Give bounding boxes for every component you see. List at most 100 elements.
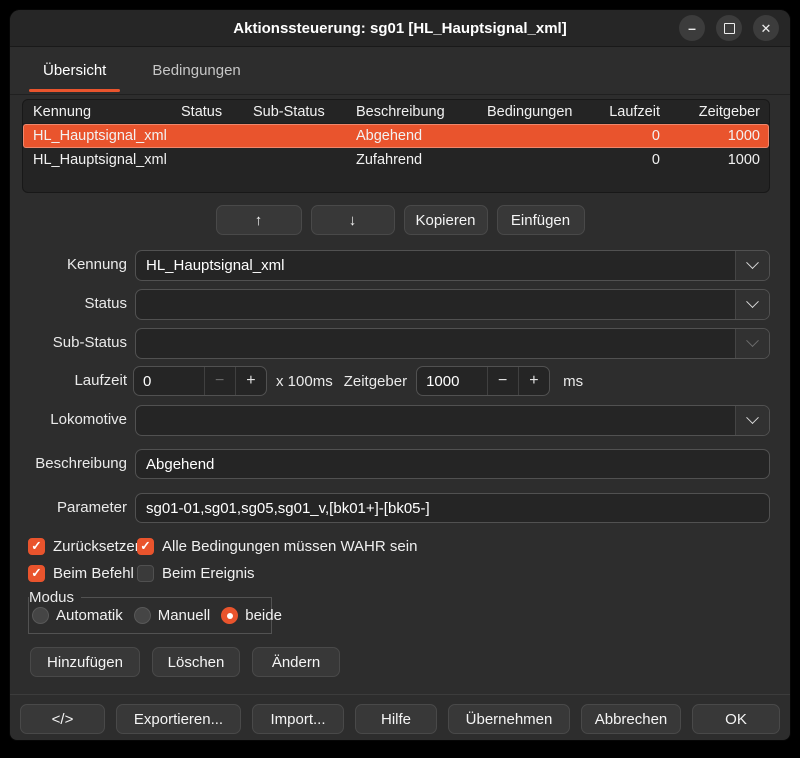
table-row[interactable]: HL_Hauptsignal_xml Abgehend 0 1000 bbox=[23, 124, 769, 148]
close-button[interactable]: ✕ bbox=[753, 15, 779, 41]
chevron-down-icon bbox=[746, 411, 759, 424]
radio-beide[interactable]: beide bbox=[221, 607, 282, 624]
code-button[interactable]: </> bbox=[20, 704, 105, 734]
minimize-icon: – bbox=[688, 21, 696, 35]
status-dropdown-button[interactable] bbox=[735, 290, 769, 319]
radio-icon[interactable] bbox=[134, 607, 151, 624]
move-up-button[interactable]: ↑ bbox=[216, 205, 302, 235]
export-button[interactable]: Exportieren... bbox=[116, 704, 241, 734]
zeitgeber-spinner[interactable]: 1000 − + bbox=[416, 366, 550, 396]
parameter-input[interactable]: sg01-01,sg01,sg05,sg01_v,[bk01+]-[bk05-] bbox=[135, 493, 770, 523]
zeitgeber-decrement-button[interactable]: − bbox=[487, 367, 518, 395]
titlebar[interactable]: Aktionssteuerung: sg01 [HL_Hauptsignal_x… bbox=[10, 10, 790, 47]
column-header-status[interactable]: Status bbox=[181, 104, 253, 120]
zuruecksetzen-checkbox[interactable]: ✓ Zurücksetzen bbox=[28, 537, 143, 555]
laufzeit-label: Laufzeit bbox=[10, 372, 127, 389]
cell-beschreibung: Abgehend bbox=[356, 128, 487, 144]
alle-bedingungen-checkbox[interactable]: ✓ Alle Bedingungen müssen WAHR sein bbox=[137, 537, 417, 555]
tab-bar: Übersicht Bedingungen bbox=[10, 47, 790, 95]
zeitgeber-increment-button[interactable]: + bbox=[518, 367, 549, 395]
lokomotive-combobox[interactable] bbox=[135, 405, 770, 436]
modus-frame: Modus Automatik Manuell beide bbox=[28, 597, 272, 634]
beschreibung-input[interactable]: Abgehend bbox=[135, 449, 770, 479]
kennung-value[interactable]: HL_Hauptsignal_xml bbox=[136, 251, 735, 280]
checkbox-icon[interactable]: ✓ bbox=[137, 565, 154, 582]
move-down-button[interactable]: ↓ bbox=[311, 205, 395, 235]
zeitgeber-unit-label: ms bbox=[563, 373, 583, 390]
checkbox-icon[interactable]: ✓ bbox=[137, 538, 154, 555]
table-header-row: Kennung Status Sub-Status Beschreibung B… bbox=[23, 100, 769, 124]
column-header-kennung[interactable]: Kennung bbox=[23, 104, 181, 120]
checkbox-label: Alle Bedingungen müssen WAHR sein bbox=[162, 538, 417, 555]
tab-label: Bedingungen bbox=[152, 62, 240, 79]
column-header-laufzeit[interactable]: Laufzeit bbox=[583, 104, 669, 120]
beschreibung-label: Beschreibung bbox=[10, 455, 127, 472]
list-toolbar: ↑ ↓ Kopieren Einfügen bbox=[10, 205, 790, 235]
checkbox-label: Zurücksetzen bbox=[53, 538, 143, 555]
maximize-button[interactable] bbox=[716, 15, 742, 41]
status-combobox[interactable] bbox=[135, 289, 770, 320]
radio-icon[interactable] bbox=[221, 607, 238, 624]
kennung-dropdown-button[interactable] bbox=[735, 251, 769, 280]
plus-icon: + bbox=[529, 372, 538, 390]
add-button[interactable]: Hinzufügen bbox=[30, 647, 140, 677]
cancel-button[interactable]: Abbrechen bbox=[581, 704, 681, 734]
tab-uebersicht[interactable]: Übersicht bbox=[26, 47, 123, 94]
checkbox-label: Beim Befehl bbox=[53, 565, 134, 582]
column-header-beschreibung[interactable]: Beschreibung bbox=[356, 104, 487, 120]
lokomotive-dropdown-button[interactable] bbox=[735, 406, 769, 435]
zeitgeber-value[interactable]: 1000 bbox=[417, 367, 487, 395]
cell-laufzeit: 0 bbox=[583, 128, 669, 144]
radio-label: Manuell bbox=[158, 607, 211, 624]
modus-frame-label: Modus bbox=[29, 588, 81, 607]
checkbox-icon[interactable]: ✓ bbox=[28, 565, 45, 582]
cell-laufzeit: 0 bbox=[583, 152, 669, 168]
laufzeit-spinner[interactable]: 0 − + bbox=[133, 366, 267, 396]
tab-bedingungen[interactable]: Bedingungen bbox=[135, 47, 257, 94]
radio-icon[interactable] bbox=[32, 607, 49, 624]
table-row[interactable]: HL_Hauptsignal_xml Zufahrend 0 1000 bbox=[23, 148, 769, 172]
ok-button[interactable]: OK bbox=[692, 704, 780, 734]
lokomotive-value[interactable] bbox=[136, 406, 735, 435]
cell-kennung: HL_Hauptsignal_xml bbox=[23, 128, 181, 144]
sub-status-combobox bbox=[135, 328, 770, 359]
kennung-combobox[interactable]: HL_Hauptsignal_xml bbox=[135, 250, 770, 281]
minimize-button[interactable]: – bbox=[679, 15, 705, 41]
laufzeit-value[interactable]: 0 bbox=[134, 367, 204, 395]
item-actions: Hinzufügen Löschen Ändern bbox=[30, 647, 340, 677]
chevron-down-icon bbox=[746, 334, 759, 347]
column-header-sub-status[interactable]: Sub-Status bbox=[253, 104, 356, 120]
delete-button[interactable]: Löschen bbox=[152, 647, 240, 677]
beim-ereignis-checkbox[interactable]: ✓ Beim Ereignis bbox=[137, 564, 255, 582]
laufzeit-increment-button[interactable]: + bbox=[235, 367, 266, 395]
cell-zeitgeber: 1000 bbox=[669, 128, 769, 144]
apply-button[interactable]: Übernehmen bbox=[448, 704, 570, 734]
laufzeit-decrement-button: − bbox=[204, 367, 235, 395]
column-header-bedingungen[interactable]: Bedingungen bbox=[487, 104, 583, 120]
cell-beschreibung: Zufahrend bbox=[356, 152, 487, 168]
parameter-label: Parameter bbox=[10, 499, 127, 516]
close-icon: ✕ bbox=[761, 22, 772, 35]
change-button[interactable]: Ändern bbox=[252, 647, 340, 677]
window-title: Aktionssteuerung: sg01 [HL_Hauptsignal_x… bbox=[233, 20, 566, 37]
cell-kennung: HL_Hauptsignal_xml bbox=[23, 152, 181, 168]
chevron-down-icon bbox=[746, 256, 759, 269]
tab-label: Übersicht bbox=[43, 62, 106, 79]
content-separator bbox=[10, 694, 790, 695]
copy-button[interactable]: Kopieren bbox=[404, 205, 488, 235]
radio-automatik[interactable]: Automatik bbox=[32, 607, 123, 624]
import-button[interactable]: Import... bbox=[252, 704, 344, 734]
kennung-label: Kennung bbox=[10, 256, 127, 273]
maximize-icon bbox=[724, 23, 735, 34]
beim-befehl-checkbox[interactable]: ✓ Beim Befehl bbox=[28, 564, 134, 582]
checkbox-icon[interactable]: ✓ bbox=[28, 538, 45, 555]
column-header-zeitgeber[interactable]: Zeitgeber bbox=[669, 104, 769, 120]
help-button[interactable]: Hilfe bbox=[355, 704, 437, 734]
arrow-up-icon: ↑ bbox=[255, 212, 263, 229]
status-value[interactable] bbox=[136, 290, 735, 319]
paste-button[interactable]: Einfügen bbox=[497, 205, 585, 235]
radio-manuell[interactable]: Manuell bbox=[134, 607, 211, 624]
arrow-down-icon: ↓ bbox=[349, 212, 357, 229]
lokomotive-label: Lokomotive bbox=[10, 411, 127, 428]
status-label: Status bbox=[10, 295, 127, 312]
